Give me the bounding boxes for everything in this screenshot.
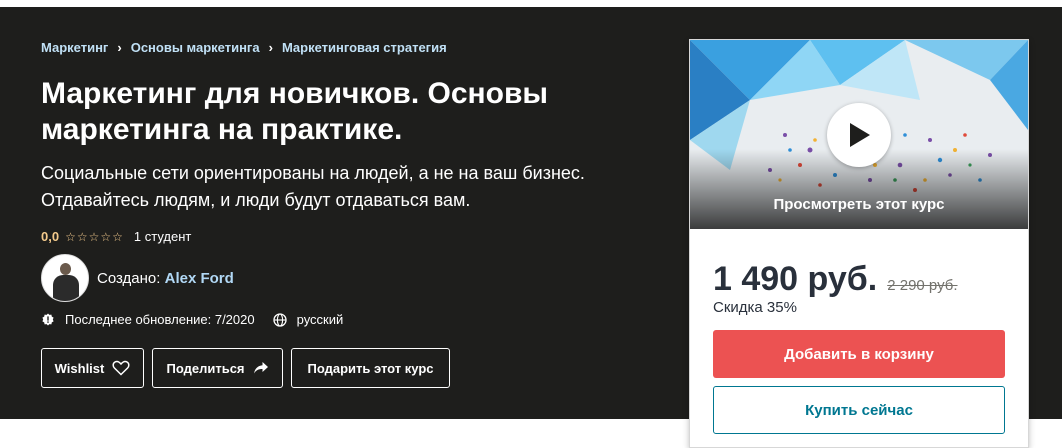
language: русский [272, 312, 344, 327]
wishlist-label: Wishlist [54, 360, 105, 376]
price-row: 1 490 руб. 2 290 руб. [713, 260, 958, 299]
gift-label: Подарить этот курс [307, 360, 434, 376]
original-price: 2 290 руб. [887, 277, 958, 294]
creator-info: Создано: Alex Ford [97, 270, 234, 287]
current-price: 1 490 руб. [713, 260, 878, 298]
student-count: 1 студент [133, 229, 192, 244]
language-text: русский [296, 312, 344, 327]
play-icon[interactable] [827, 103, 891, 167]
course-subtitle: Социальные сети ориентированы на людей, … [41, 163, 585, 210]
meta-row: Последнее обновление: 7/2020 русский [41, 312, 361, 327]
star-rating-icon: ☆☆☆☆☆ [65, 229, 124, 244]
heart-icon [112, 360, 130, 376]
last-updated: Последнее обновление: 7/2020 [41, 312, 255, 327]
chevron-right-icon: › [117, 40, 122, 55]
author-link[interactable]: Alex Ford [165, 270, 234, 287]
breadcrumb: Маркетинг › Основы маркетинга › Маркетин… [41, 40, 447, 55]
top-strip [0, 0, 1062, 7]
breadcrumb-item-marketing-basics[interactable]: Основы маркетинга [131, 40, 260, 55]
breadcrumb-item-marketing-strategy[interactable]: Маркетинговая стратегия [282, 40, 447, 55]
course-title: Маркетинг для новичков. Основы маркетинг… [41, 77, 549, 146]
chevron-right-icon: › [268, 40, 273, 55]
buy-now-button[interactable]: Купить сейчас [713, 386, 1005, 434]
purchase-card: Просмотреть этот курс 1 490 руб. 2 290 р… [689, 39, 1029, 448]
creator-row: Создано: Alex Ford [41, 254, 234, 302]
breadcrumb-item-marketing[interactable]: Маркетинг [41, 40, 108, 55]
avatar[interactable] [41, 254, 89, 302]
preview-course-label[interactable]: Просмотреть этот курс [690, 196, 1028, 213]
action-buttons: Wishlist Поделиться Подарить этот курс [41, 348, 458, 388]
wishlist-button[interactable]: Wishlist [41, 348, 144, 388]
share-label: Поделиться [166, 360, 245, 376]
alert-badge-icon [42, 313, 54, 325]
share-arrow-icon [253, 362, 268, 374]
gift-course-button[interactable]: Подарить этот курс [291, 348, 450, 388]
rating-value: 0,0 [41, 229, 60, 244]
last-updated-text: Последнее обновление: 7/2020 [65, 312, 255, 327]
discount-label: Скидка 35% [713, 299, 797, 316]
add-to-cart-button[interactable]: Добавить в корзину [713, 330, 1005, 378]
course-preview[interactable]: Просмотреть этот курс [690, 40, 1028, 229]
rating-row: 0,0 ☆☆☆☆☆ 1 студент [41, 229, 191, 244]
globe-icon [272, 312, 287, 327]
share-button[interactable]: Поделиться [152, 348, 283, 388]
created-by-label: Создано: [97, 269, 161, 287]
